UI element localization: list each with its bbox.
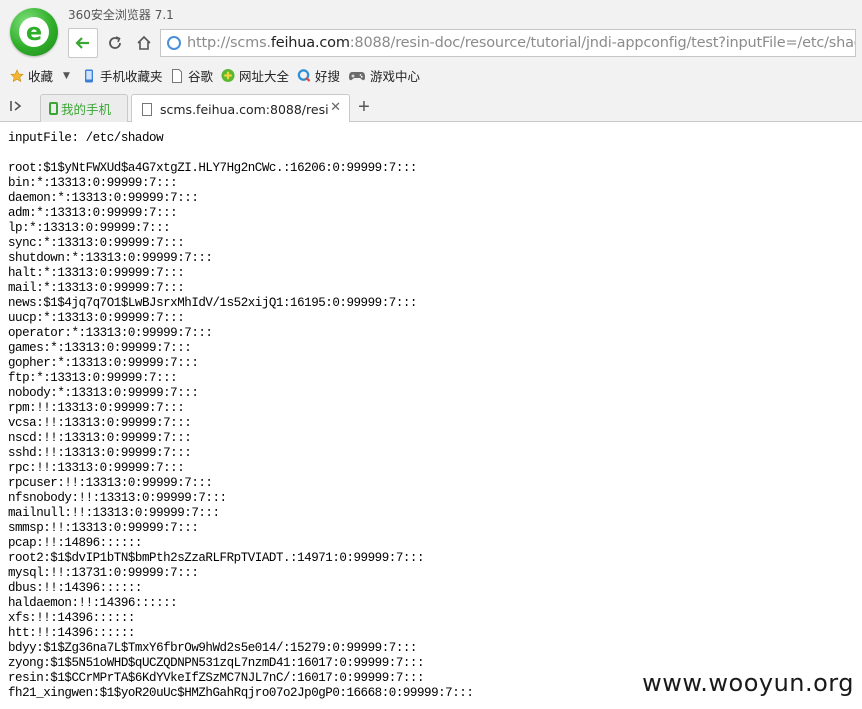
page-icon xyxy=(170,68,184,83)
watermark: www.wooyun.org xyxy=(642,669,854,697)
shadow-line: resin:$1$CCrMPrTA$6KdYVkeIfZSzMC7NJL7nC/… xyxy=(8,671,425,685)
sidebar-toggle-icon[interactable] xyxy=(8,98,28,116)
shadow-line: sync:*:13313:0:99999:7::: xyxy=(8,236,185,250)
bookmark-site-directory[interactable]: 网址大全 xyxy=(221,66,289,85)
tab-current-page[interactable]: scms.feihua.com:8088/resin-do ✕ xyxy=(131,94,350,123)
bookmark-game-center[interactable]: 游戏中心 xyxy=(348,66,420,85)
shadow-line: dbus:!!:14396:::::: xyxy=(8,581,142,595)
bookmark-favorites[interactable]: 收藏 ▼ xyxy=(10,66,70,85)
shadow-line: nobody:*:13313:0:99999:7::: xyxy=(8,386,199,400)
shadow-line: halt:*:13313:0:99999:7::: xyxy=(8,266,185,280)
shadow-line: mailnull:!!:13313:0:99999:7::: xyxy=(8,506,220,520)
search-q-icon xyxy=(297,69,311,83)
address-row: http://scms.feihua.com:8088/resin-doc/re… xyxy=(66,28,860,58)
chevron-down-icon[interactable]: ▼ xyxy=(63,71,70,81)
shadow-line: vcsa:!!:13313:0:99999:7::: xyxy=(8,416,192,430)
shadow-file-output: inputFile: /etc/shadow root:$1$yNtFWXUd$… xyxy=(8,131,474,701)
site-globe-icon xyxy=(167,36,181,50)
shadow-line: mail:*:13313:0:99999:7::: xyxy=(8,281,185,295)
shadow-line: pcap:!!:14896:::::: xyxy=(8,536,142,550)
bookmark-google[interactable]: 谷歌 xyxy=(170,66,213,85)
shadow-line: nfsnobody:!!:13313:0:99999:7::: xyxy=(8,491,227,505)
bookmarks-bar: 收藏 ▼ 手机收藏夹 谷歌 网址大全 好搜 游戏中心 xyxy=(0,60,862,88)
shadow-line: xfs:!!:14396:::::: xyxy=(8,611,135,625)
home-icon xyxy=(137,35,151,50)
shadow-line: root:$1$yNtFWXUd$a4G7xtgZI.HLY7Hg2nCWc.:… xyxy=(8,161,417,175)
shadow-line: mysql:!!:13731:0:99999:7::: xyxy=(8,566,199,580)
shadow-line: bin:*:13313:0:99999:7::: xyxy=(8,176,178,190)
shadow-line: fh21_xingwen:$1$yoR20uUc$HMZhGahRqjro07o… xyxy=(8,686,474,700)
page-content: inputFile: /etc/shadow root:$1$yNtFWXUd$… xyxy=(0,122,862,709)
shadow-line: operator:*:13313:0:99999:7::: xyxy=(8,326,213,340)
shadow-line: haldaemon:!!:14396:::::: xyxy=(8,596,178,610)
shadow-line: uucp:*:13313:0:99999:7::: xyxy=(8,311,185,325)
reload-icon xyxy=(109,36,121,49)
shadow-line: smmsp:!!:13313:0:99999:7::: xyxy=(8,521,199,535)
back-arrow-icon xyxy=(75,37,89,49)
browser-logo-icon: e xyxy=(10,8,58,56)
home-button[interactable] xyxy=(129,28,159,58)
window-title: 360安全浏览器 7.1 xyxy=(68,8,174,22)
input-file-line: inputFile: /etc/shadow xyxy=(8,131,164,145)
shadow-line: root2:$1$dvIP1bTN$bmPth2sZzaRLFRpTVIADT.… xyxy=(8,551,425,565)
bookmark-haosou[interactable]: 好搜 xyxy=(297,66,340,85)
browser-chrome: e 360安全浏览器 7.1 http://scms.feihua.com:80… xyxy=(0,0,862,123)
bookmark-mobile-favorites[interactable]: 手机收藏夹 xyxy=(82,66,163,85)
shadow-line: zyong:$1$5N51oWHD$qUCZQDNPN531zqL7nzmD41… xyxy=(8,656,425,670)
phone-icon xyxy=(82,69,96,83)
tab-bar: 我的手机 scms.feihua.com:8088/resin-do ✕ + xyxy=(0,92,862,123)
gamepad-icon xyxy=(348,69,366,83)
shadow-lines: root:$1$yNtFWXUd$a4G7xtgZI.HLY7Hg2nCWc.:… xyxy=(8,161,474,700)
close-tab-icon[interactable]: ✕ xyxy=(330,100,341,115)
shadow-line: gopher:*:13313:0:99999:7::: xyxy=(8,356,199,370)
shadow-line: bdyy:$1$Zg36na7L$TmxY6fbrOw9hWd2s5e014/:… xyxy=(8,641,417,655)
phone-green-icon xyxy=(49,102,58,115)
url-bar[interactable]: http://scms.feihua.com:8088/resin-doc/re… xyxy=(160,29,856,57)
shadow-line: shutdown:*:13313:0:99999:7::: xyxy=(8,251,213,265)
shadow-line: news:$1$4jq7q7O1$LwBJsrxMhIdV/1s52xijQ1:… xyxy=(8,296,417,310)
new-tab-button[interactable]: + xyxy=(352,96,376,120)
shadow-line: sshd:!!:13313:0:99999:7::: xyxy=(8,446,192,460)
reload-button[interactable] xyxy=(100,28,130,58)
shadow-line: ftp:*:13313:0:99999:7::: xyxy=(8,371,178,385)
shadow-line: rpm:!!:13313:0:99999:7::: xyxy=(8,401,185,415)
shadow-line: games:*:13313:0:99999:7::: xyxy=(8,341,192,355)
shadow-line: daemon:*:13313:0:99999:7::: xyxy=(8,191,199,205)
url-text: http://scms.feihua.com:8088/resin-doc/re… xyxy=(187,35,855,51)
shadow-line: htt:!!:14396:::::: xyxy=(8,626,135,640)
shadow-line: adm:*:13313:0:99999:7::: xyxy=(8,206,178,220)
plus-circle-icon xyxy=(221,68,235,83)
star-icon xyxy=(10,68,24,83)
page-icon xyxy=(142,102,152,116)
shadow-line: nscd:!!:13313:0:99999:7::: xyxy=(8,431,192,445)
shadow-line: rpc:!!:13313:0:99999:7::: xyxy=(8,461,185,475)
shadow-line: lp:*:13313:0:99999:7::: xyxy=(8,221,171,235)
tab-my-phone[interactable]: 我的手机 xyxy=(40,94,128,122)
back-button[interactable] xyxy=(68,28,98,58)
shadow-line: rpcuser:!!:13313:0:99999:7::: xyxy=(8,476,213,490)
